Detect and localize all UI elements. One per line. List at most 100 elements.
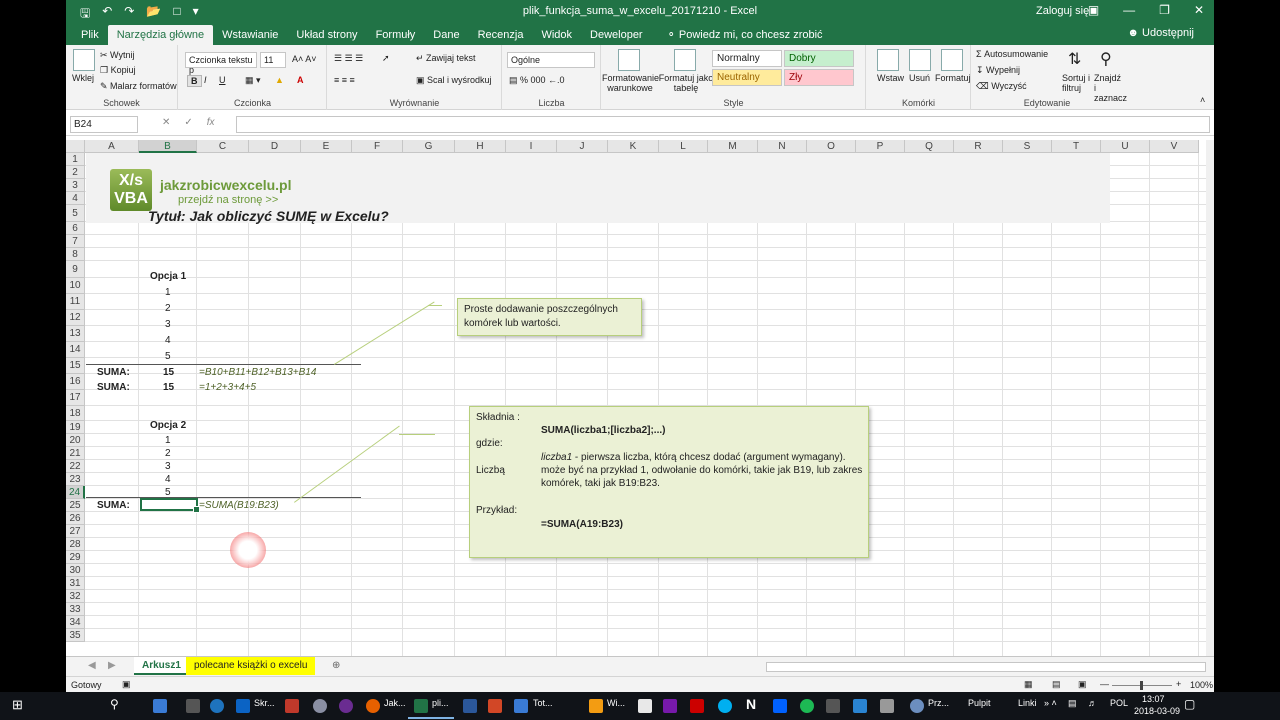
- column-header[interactable]: A: [85, 140, 139, 153]
- column-header[interactable]: H: [455, 140, 506, 153]
- conditional-formatting-icon[interactable]: [618, 49, 640, 71]
- number-format-select[interactable]: Ogólne: [507, 52, 595, 68]
- page-layout-view-icon[interactable]: ▤: [1052, 679, 1061, 690]
- word-icon[interactable]: [463, 699, 477, 713]
- tab-view[interactable]: Widok: [532, 25, 581, 45]
- clock-date[interactable]: 2018-03-09: [1134, 706, 1180, 716]
- fill-button[interactable]: ↧ Wypełnij: [976, 65, 1020, 76]
- row-header[interactable]: 14: [66, 342, 85, 358]
- row-header[interactable]: 1: [66, 153, 85, 166]
- tab-developer[interactable]: Deweloper: [581, 25, 652, 45]
- vertical-scrollbar[interactable]: [1206, 140, 1214, 656]
- row-header[interactable]: 18: [66, 406, 85, 421]
- macro-record-icon[interactable]: ▣: [122, 679, 131, 690]
- new-sheet-icon[interactable]: ⊕: [324, 657, 348, 675]
- sheet-tab-books[interactable]: polecane książki o excelu: [186, 657, 316, 675]
- column-header[interactable]: B: [139, 140, 197, 153]
- zoom-out-icon[interactable]: —: [1100, 679, 1109, 689]
- clock-time[interactable]: 13:07: [1142, 694, 1165, 704]
- tab-home[interactable]: Narzędzia główne: [107, 25, 214, 45]
- close-icon[interactable]: ✕: [1194, 3, 1204, 17]
- insert-function-icon[interactable]: fx: [207, 117, 215, 128]
- callout-simple-addition[interactable]: Proste dodawanie poszczególnych komórek …: [457, 298, 642, 336]
- tab-data[interactable]: Dane: [424, 25, 468, 45]
- taskbar-item-prz[interactable]: Prz...: [928, 698, 949, 708]
- column-header[interactable]: J: [557, 140, 608, 153]
- next-sheet-icon[interactable]: ▶: [100, 657, 124, 675]
- column-header[interactable]: P: [856, 140, 905, 153]
- row-header[interactable]: 11: [66, 294, 85, 310]
- callout-syntax[interactable]: Składnia : SUMA(liczba1;[liczba2];...) g…: [469, 406, 869, 558]
- row-header[interactable]: 5: [66, 205, 85, 222]
- notifications-icon[interactable]: ▢: [1184, 697, 1195, 711]
- row-header[interactable]: 29: [66, 551, 85, 564]
- tab-formulas[interactable]: Formuły: [367, 25, 425, 45]
- spotify-icon[interactable]: [800, 699, 814, 713]
- delete-button[interactable]: Usuń: [909, 73, 930, 83]
- format-painter-button[interactable]: ✎ Malarz formatów: [100, 81, 177, 92]
- vpn-icon[interactable]: [313, 699, 327, 713]
- conditional-formatting-button[interactable]: Formatowanie warunkowe: [602, 73, 659, 93]
- ribbon-display-icon[interactable]: ▣: [1088, 3, 1099, 17]
- orientation-icon[interactable]: ➚: [382, 53, 390, 64]
- format-table-icon[interactable]: [674, 49, 696, 71]
- sheet-tab-arkusz1[interactable]: Arkusz1: [134, 657, 189, 675]
- acrobat-icon[interactable]: [285, 699, 299, 713]
- insert-button[interactable]: Wstaw: [877, 73, 904, 83]
- zoom-level[interactable]: 100%: [1190, 680, 1213, 690]
- fill-color-icon[interactable]: ▲: [275, 75, 284, 85]
- column-header[interactable]: M: [708, 140, 758, 153]
- taskbar-item-wi[interactable]: Wi...: [607, 698, 625, 708]
- drive-icon[interactable]: [514, 699, 528, 713]
- taskbar-item-excel[interactable]: pli...: [432, 698, 449, 708]
- underline-button[interactable]: U: [219, 75, 226, 85]
- row-header[interactable]: 2: [66, 166, 85, 179]
- row-header[interactable]: 8: [66, 248, 85, 261]
- horizontal-scrollbar[interactable]: [766, 662, 1206, 672]
- n-app-icon[interactable]: N: [746, 696, 756, 712]
- powerpoint-icon[interactable]: [488, 699, 502, 713]
- tab-plik[interactable]: Plik: [72, 25, 108, 45]
- italic-button[interactable]: I: [204, 75, 207, 85]
- share-button[interactable]: ☻ Udostępnij: [1127, 27, 1194, 39]
- taskbar-item-skr[interactable]: Skr...: [254, 698, 275, 708]
- row-header[interactable]: 17: [66, 390, 85, 406]
- wrap-text-button[interactable]: ↵ Zawijaj tekst: [416, 53, 476, 64]
- row-header[interactable]: 25: [66, 499, 85, 512]
- row-header[interactable]: 20: [66, 434, 85, 447]
- row-header[interactable]: 10: [66, 278, 85, 294]
- skype-icon[interactable]: [718, 699, 732, 713]
- autosum-button[interactable]: Σ Autosumowanie: [976, 49, 1048, 59]
- sign-in-link[interactable]: Zaloguj się: [1036, 5, 1089, 17]
- row-header[interactable]: 30: [66, 564, 85, 577]
- name-box[interactable]: B24: [70, 116, 138, 133]
- app-icon-3[interactable]: [826, 699, 840, 713]
- app-icon-4[interactable]: [853, 699, 867, 713]
- grow-font-icon[interactable]: A˄ A˅: [292, 54, 317, 64]
- column-header[interactable]: L: [659, 140, 708, 153]
- normal-view-icon[interactable]: ▦: [1024, 679, 1033, 690]
- confirm-formula-icon[interactable]: ✓: [184, 117, 192, 128]
- clear-button[interactable]: ⌫ Wyczyść: [976, 81, 1027, 92]
- explorer-icon[interactable]: [589, 699, 603, 713]
- column-header[interactable]: N: [758, 140, 807, 153]
- active-cell-b24[interactable]: [140, 498, 200, 513]
- delete-cells-icon[interactable]: [909, 49, 931, 71]
- edge-icon[interactable]: [210, 699, 224, 713]
- taskbar-item-tot[interactable]: Tot...: [533, 698, 553, 708]
- outlook-icon[interactable]: [236, 699, 250, 713]
- app-icon[interactable]: [339, 699, 353, 713]
- firefox-icon[interactable]: [366, 699, 380, 713]
- tab-page-layout[interactable]: Układ strony: [287, 25, 366, 45]
- copy-button[interactable]: ❐ Kopiuj: [100, 65, 136, 76]
- format-button[interactable]: Formatuj: [935, 73, 971, 83]
- style-neutral[interactable]: Neutralny: [712, 69, 782, 86]
- excel-taskbar-icon[interactable]: [414, 699, 428, 713]
- style-good[interactable]: Dobry: [784, 50, 854, 67]
- app-icon-5[interactable]: [880, 699, 894, 713]
- tab-insert[interactable]: Wstawianie: [213, 25, 287, 45]
- cut-button[interactable]: ✂ Wytnij: [100, 50, 134, 61]
- powerbi-icon[interactable]: [690, 699, 704, 713]
- worksheet-grid[interactable]: ABCDEFGHIJKLMNOPQRSTUV 1 2 3 4 5 6 7 8 9 10 11 12 13…: [66, 140, 1206, 656]
- row-header[interactable]: 27: [66, 525, 85, 538]
